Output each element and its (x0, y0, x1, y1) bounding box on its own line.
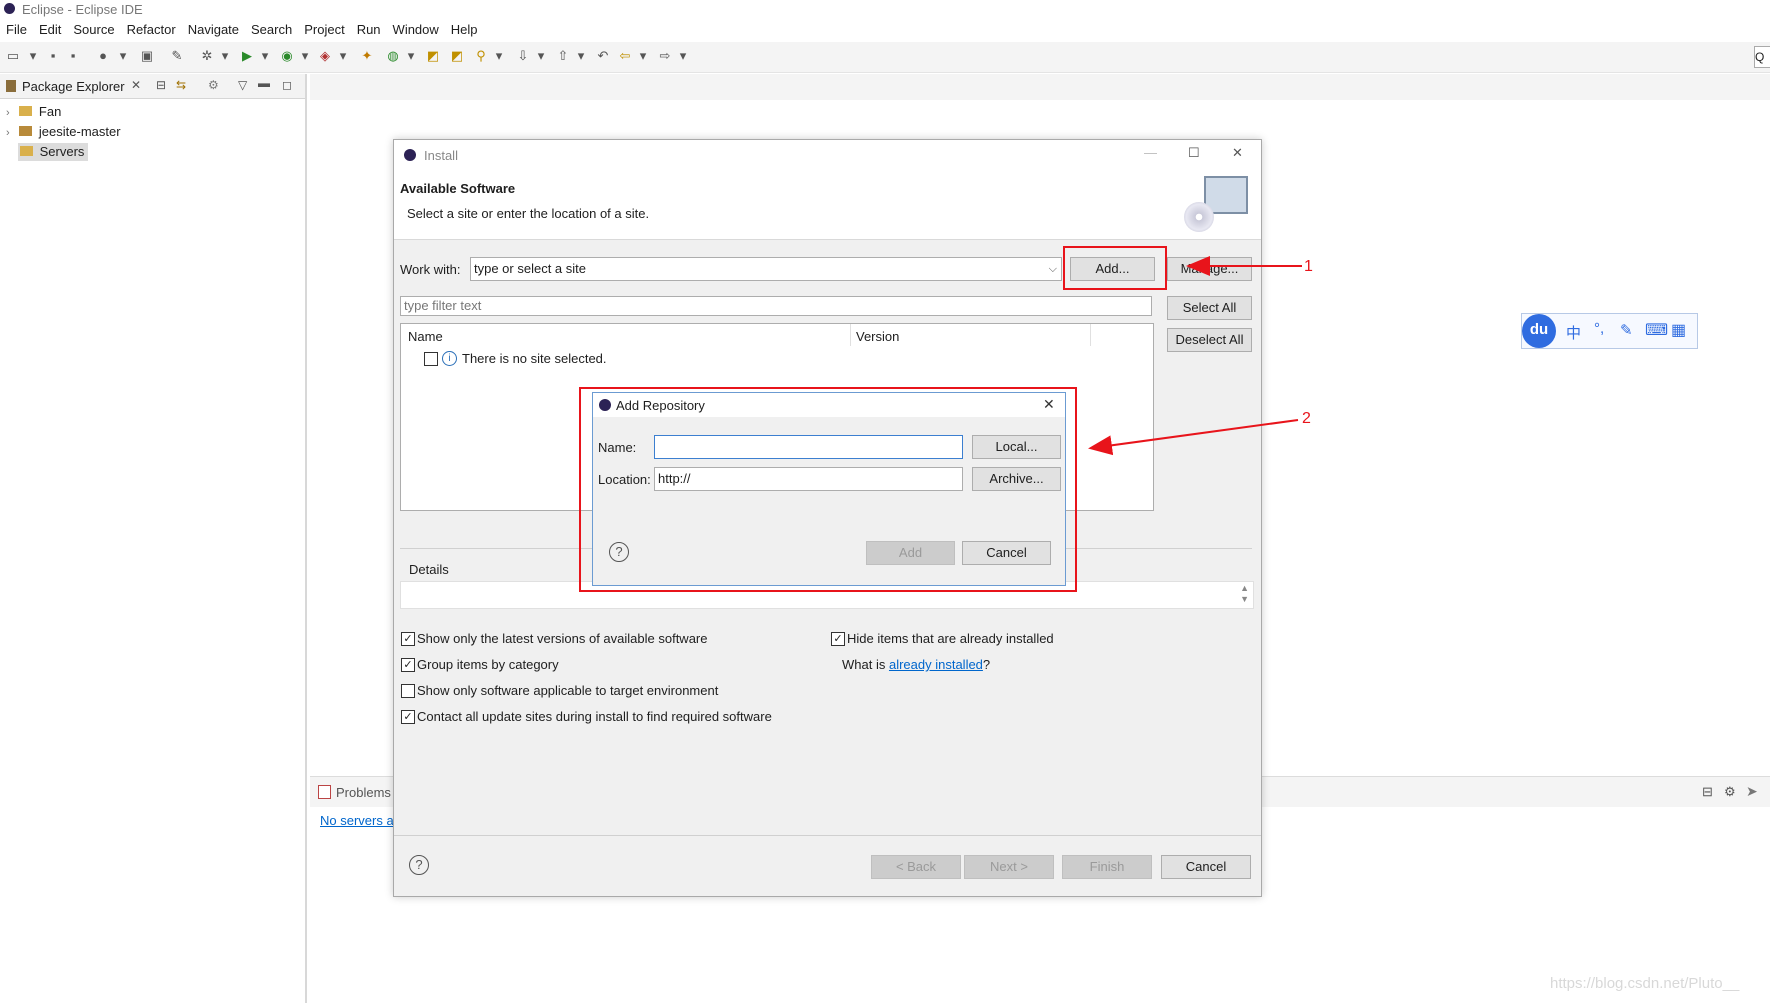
chinese-mode-icon[interactable]: 中 (1566, 322, 1581, 343)
baidu-logo-icon[interactable]: du (1522, 314, 1556, 348)
handwriting-icon[interactable]: ✎ (1620, 321, 1633, 339)
annotation-arrows (1088, 256, 1302, 456)
ime-toolbar: du 中 °, ✎ ⌨ ▦ (1521, 313, 1698, 349)
annotation-label-1: 1 (1304, 258, 1313, 275)
keyboard-icon[interactable]: ⌨ (1645, 320, 1668, 340)
annotation-arrow-2 (1088, 419, 1299, 456)
punctuation-icon[interactable]: °, (1594, 320, 1604, 337)
watermark: https://blog.csdn.net/Pluto__ (1550, 975, 1740, 992)
baidu-logo-text: du (1529, 321, 1549, 338)
grid-menu-icon[interactable]: ▦ (1671, 320, 1686, 340)
annotation-label-2: 2 (1302, 410, 1311, 427)
